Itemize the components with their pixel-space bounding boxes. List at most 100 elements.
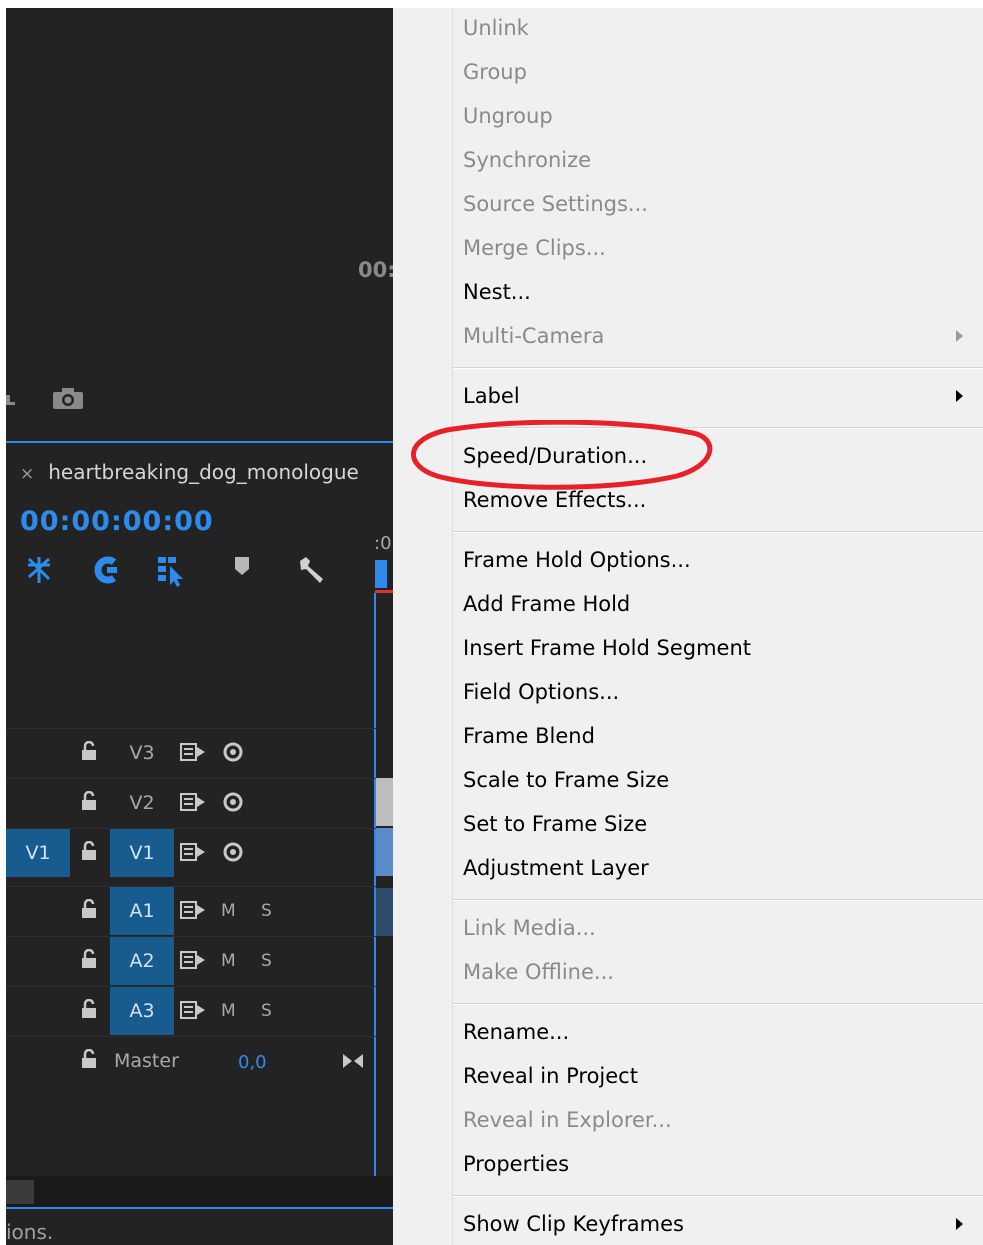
lock-icon[interactable] (81, 841, 97, 861)
lock-icon[interactable] (81, 741, 97, 761)
menu-item-label: Reveal in Explorer... (463, 1108, 672, 1132)
audio-clip-a1[interactable] (376, 888, 393, 936)
menu-item-make-offline[interactable]: Make Offline... (393, 952, 983, 992)
eye-icon[interactable] (221, 742, 245, 762)
menu-item-field-options[interactable]: Field Options... (393, 672, 983, 712)
playhead-handle[interactable] (375, 560, 387, 588)
track-header-v3[interactable]: V3 (6, 728, 376, 778)
menu-item-merge-clips[interactable]: Merge Clips... (393, 228, 983, 268)
menu-item-unlink[interactable]: Unlink (393, 8, 983, 48)
menu-item-label: Group (463, 60, 527, 84)
menu-item-ungroup[interactable]: Ungroup (393, 96, 983, 136)
solo-button[interactable]: S (261, 887, 272, 935)
menu-item-source-settings[interactable]: Source Settings... (393, 184, 983, 224)
linked-selection-icon[interactable] (156, 555, 188, 587)
master-channel-icon[interactable] (342, 1053, 364, 1069)
track-target-a2[interactable]: A2 (110, 937, 174, 985)
menu-item-scale-to-frame-size[interactable]: Scale to Frame Size (393, 760, 983, 800)
menu-separator (453, 1003, 983, 1005)
track-header-v2[interactable]: V2 (6, 778, 376, 828)
solo-button[interactable]: S (261, 987, 272, 1035)
sequence-tab[interactable]: × heartbreaking_dog_monologue (20, 460, 359, 484)
menu-item-label-submenu[interactable]: Label (393, 376, 983, 416)
menu-item-frame-hold-options[interactable]: Frame Hold Options... (393, 540, 983, 580)
menu-item-label: Rename... (463, 1020, 570, 1044)
sync-lock-icon[interactable] (180, 843, 206, 861)
snap-magnet-icon[interactable] (92, 555, 120, 585)
video-clip-v2[interactable] (376, 778, 393, 826)
track-header-master[interactable]: Master 0,0 (6, 1036, 376, 1086)
wrench-settings-icon[interactable] (296, 555, 326, 585)
menu-item-link-media[interactable]: Link Media... (393, 908, 983, 948)
sync-lock-icon[interactable] (180, 951, 206, 969)
track-target-v3[interactable]: V3 (110, 729, 174, 777)
source-patch-v1[interactable]: V1 (6, 829, 70, 877)
menu-item-label: Multi-Camera (463, 324, 605, 348)
camera-icon[interactable] (52, 388, 84, 410)
lock-icon[interactable] (81, 899, 97, 919)
close-tab-icon[interactable]: × (20, 464, 34, 484)
track-target-v2[interactable]: V2 (110, 779, 174, 827)
eye-icon[interactable] (221, 842, 245, 862)
menu-item-insert-frame-hold-segment[interactable]: Insert Frame Hold Segment (393, 628, 983, 668)
menu-item-nest[interactable]: Nest... (393, 272, 983, 312)
lock-icon[interactable] (81, 791, 97, 811)
scrollbar-thumb[interactable] (6, 1180, 34, 1204)
menu-item-label: Remove Effects... (463, 488, 647, 512)
timeline-scrollbar[interactable] (6, 1176, 393, 1208)
menu-item-synchronize[interactable]: Synchronize (393, 140, 983, 180)
menu-item-speed-duration[interactable]: Speed/Duration... (393, 436, 983, 476)
mute-button[interactable]: M (221, 937, 236, 985)
sync-lock-icon[interactable] (180, 743, 206, 761)
menu-item-reveal-in-explorer[interactable]: Reveal in Explorer... (393, 1100, 983, 1140)
menu-item-label: Label (463, 384, 520, 408)
lock-icon[interactable] (81, 1049, 97, 1069)
track-target-v1[interactable]: V1 (110, 829, 174, 877)
menu-item-set-to-frame-size[interactable]: Set to Frame Size (393, 804, 983, 844)
submenu-arrow-icon (956, 390, 963, 402)
menu-item-show-clip-keyframes[interactable]: Show Clip Keyframes (393, 1204, 983, 1244)
menu-item-label: Show Clip Keyframes (463, 1212, 684, 1236)
menu-item-add-frame-hold[interactable]: Add Frame Hold (393, 584, 983, 624)
timeline-timecode[interactable]: 00:00:00:00 (20, 506, 214, 537)
menu-item-multi-camera[interactable]: Multi-Camera (393, 316, 983, 356)
menu-item-label: Merge Clips... (463, 236, 606, 260)
menu-item-label: Synchronize (463, 148, 592, 172)
track-header-v1[interactable]: V1 V1 (6, 828, 376, 878)
menu-item-remove-effects[interactable]: Remove Effects... (393, 480, 983, 520)
video-clip-v1[interactable] (376, 828, 393, 876)
mute-button[interactable]: M (221, 887, 236, 935)
sync-lock-icon[interactable] (180, 793, 206, 811)
menu-item-rename[interactable]: Rename... (393, 1012, 983, 1052)
track-target-a1[interactable]: A1 (110, 887, 174, 935)
menu-item-adjustment-layer[interactable]: Adjustment Layer (393, 848, 983, 888)
add-marker-icon[interactable] (234, 555, 250, 577)
menu-separator (453, 1195, 983, 1197)
track-target-a3[interactable]: A3 (110, 987, 174, 1035)
mute-button[interactable]: M (221, 987, 236, 1035)
program-monitor: 00: (6, 8, 393, 441)
lock-icon[interactable] (81, 949, 97, 969)
submenu-arrow-icon (956, 1218, 963, 1230)
track-header-a1[interactable]: A1 M S (6, 886, 376, 936)
premiere-workspace: 00: × heartbreaking_dog_monologue 00:00:0… (6, 8, 393, 1245)
menu-item-reveal-in-project[interactable]: Reveal in Project (393, 1056, 983, 1096)
menu-item-frame-blend[interactable]: Frame Blend (393, 716, 983, 756)
track-header-a2[interactable]: A2 M S (6, 936, 376, 986)
insert-overwrite-sequences-icon[interactable] (24, 555, 54, 585)
menu-item-label: Add Frame Hold (463, 592, 631, 616)
menu-item-label: Source Settings... (463, 192, 648, 216)
track-header-a3[interactable]: A3 M S (6, 986, 376, 1036)
sync-lock-icon[interactable] (180, 901, 206, 919)
sync-lock-icon[interactable] (180, 1001, 206, 1019)
menu-item-label: Make Offline... (463, 960, 614, 984)
lock-icon[interactable] (81, 999, 97, 1019)
master-volume-value[interactable]: 0,0 (238, 1039, 267, 1087)
master-track-label: Master (114, 1050, 179, 1072)
eye-icon[interactable] (221, 792, 245, 812)
status-bar-text: ions. (6, 1220, 54, 1244)
solo-button[interactable]: S (261, 937, 272, 985)
menu-item-properties[interactable]: Properties (393, 1144, 983, 1184)
menu-item-group[interactable]: Group (393, 52, 983, 92)
export-frame-icon[interactable] (6, 389, 15, 405)
